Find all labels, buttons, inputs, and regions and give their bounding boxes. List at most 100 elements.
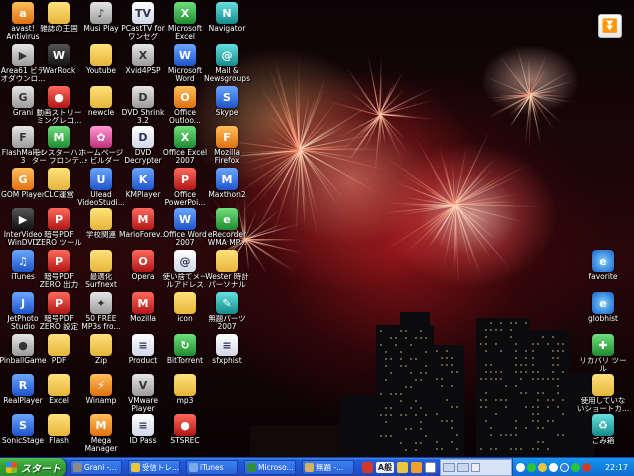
- building-window: [532, 448, 534, 450]
- building-window: [410, 372, 412, 374]
- building-window: [532, 371, 534, 373]
- building-window: [380, 344, 382, 346]
- building-window: [390, 337, 392, 339]
- tray-messenger-icon[interactable]: [560, 463, 569, 472]
- homepage-builder-icon: ✿: [90, 126, 112, 148]
- building-window: [525, 392, 527, 394]
- desktop-shortcut[interactable]: e globhist: [576, 292, 630, 338]
- taskbar-button[interactable]: 無題 -...: [302, 460, 354, 475]
- building-window: [515, 350, 517, 352]
- tray-network-icon[interactable]: [516, 463, 525, 472]
- building-window: [415, 449, 417, 451]
- building-window: [420, 442, 422, 444]
- building-window: [451, 385, 453, 387]
- building-window: [441, 385, 443, 387]
- tool-icon[interactable]: [411, 462, 422, 473]
- building-window: [500, 378, 502, 380]
- building-window: [532, 420, 534, 422]
- shortcut-label: Wester 時計 パーソナル: [205, 273, 249, 289]
- building-window: [390, 435, 392, 437]
- building-window: [537, 399, 539, 401]
- download-arrow-icon[interactable]: ⏬: [598, 14, 622, 38]
- building-window: [425, 351, 427, 353]
- desktop-shortcut[interactable]: ♻ ごみ箱: [576, 414, 630, 460]
- building-window: [436, 350, 438, 352]
- game-icon: M: [48, 126, 70, 148]
- taskbar-button[interactable]: Microso...: [244, 460, 296, 475]
- shortcut-label: 使用していな いショートカ...: [576, 397, 630, 413]
- language-indicator[interactable]: A般: [376, 462, 394, 473]
- desktop-shortcut[interactable]: e favorite: [576, 250, 630, 296]
- language-bar[interactable]: [440, 459, 512, 476]
- building-window: [410, 344, 412, 346]
- system-tray: 22:17: [512, 458, 634, 476]
- building-window: [562, 371, 564, 373]
- folder-icon[interactable]: [397, 462, 408, 473]
- tray-update-icon[interactable]: [538, 463, 547, 472]
- ime-settings-icon[interactable]: [471, 463, 480, 472]
- building-window: [532, 406, 534, 408]
- building-window: [451, 406, 453, 408]
- vmware-icon: V: [132, 374, 154, 396]
- building-window: [500, 322, 502, 324]
- shortcut-label: リカバリ ツー ル: [579, 357, 627, 373]
- desktop-shortcut[interactable]: e eRecorder WMA MP...: [200, 208, 254, 254]
- start-button[interactable]: スタート: [0, 458, 66, 476]
- excel-icon: X: [174, 2, 196, 24]
- taskbar-button[interactable]: iTunes: [186, 460, 238, 475]
- mp3-icon: ✦: [90, 292, 112, 314]
- building-window: [485, 364, 487, 366]
- document-icon: ≡: [216, 334, 238, 356]
- building-window: [500, 371, 502, 373]
- ime-mode-icon[interactable]: [457, 463, 469, 472]
- building-window: [552, 350, 554, 352]
- sonicstage-icon: S: [12, 414, 34, 436]
- internet-shortcut-icon: e: [592, 250, 614, 272]
- desktop-shortcut[interactable]: Wester 時計 パーソナル: [200, 250, 254, 296]
- desktop-shortcut[interactable]: ● STSREC: [158, 414, 212, 460]
- taskbar-button[interactable]: Grani -...: [70, 460, 122, 475]
- folder-icon: [90, 44, 112, 66]
- help-icon[interactable]: [425, 462, 436, 473]
- building-window: [480, 399, 482, 401]
- ime-icon[interactable]: [443, 463, 455, 472]
- tray-security-icon[interactable]: [571, 463, 580, 472]
- tray-antivirus-icon[interactable]: [582, 463, 591, 472]
- flash-icon: F: [12, 126, 34, 148]
- building-window: [490, 329, 492, 331]
- folder-icon: [174, 292, 196, 314]
- word-icon: W: [174, 44, 196, 66]
- building-window: [562, 399, 564, 401]
- building-window: [542, 427, 544, 429]
- desktop-shortcut[interactable]: ✎ 無題パーツ 2007: [200, 292, 254, 338]
- mail-icon: @: [216, 44, 238, 66]
- building-window: [557, 406, 559, 408]
- building-window: [485, 343, 487, 345]
- word-icon: W: [174, 208, 196, 230]
- clock[interactable]: 22:17: [605, 463, 628, 472]
- building-window: [542, 378, 544, 380]
- building-window: [410, 407, 412, 409]
- building-window: [420, 337, 422, 339]
- building-window: [400, 393, 402, 395]
- tv-icon: TV: [132, 2, 154, 24]
- building-window: [441, 378, 443, 380]
- building-window: [510, 434, 512, 436]
- desktop-shortcut[interactable]: @ Mail & Newsgroups: [200, 44, 254, 90]
- app-icon[interactable]: [362, 462, 373, 473]
- tray-volume-icon[interactable]: [549, 463, 558, 472]
- tray-status-icon[interactable]: [527, 463, 536, 472]
- desktop-shortcut[interactable]: F Mozilla Firefox: [200, 126, 254, 172]
- taskbar-button[interactable]: 受信トレ...: [128, 460, 180, 475]
- building-window: [552, 378, 554, 380]
- building-window: [495, 399, 497, 401]
- firework-spark: [499, 95, 531, 97]
- taskbar-button-label: 受信トレ...: [142, 463, 180, 472]
- building-window: [520, 378, 522, 380]
- desktop-shortcut[interactable]: N Navigator: [200, 2, 254, 48]
- building-window: [500, 329, 502, 331]
- building-window: [485, 399, 487, 401]
- browser-icon: M: [216, 168, 238, 190]
- shortcut-label: Mail & Newsgroups: [204, 67, 250, 83]
- building-window: [420, 379, 422, 381]
